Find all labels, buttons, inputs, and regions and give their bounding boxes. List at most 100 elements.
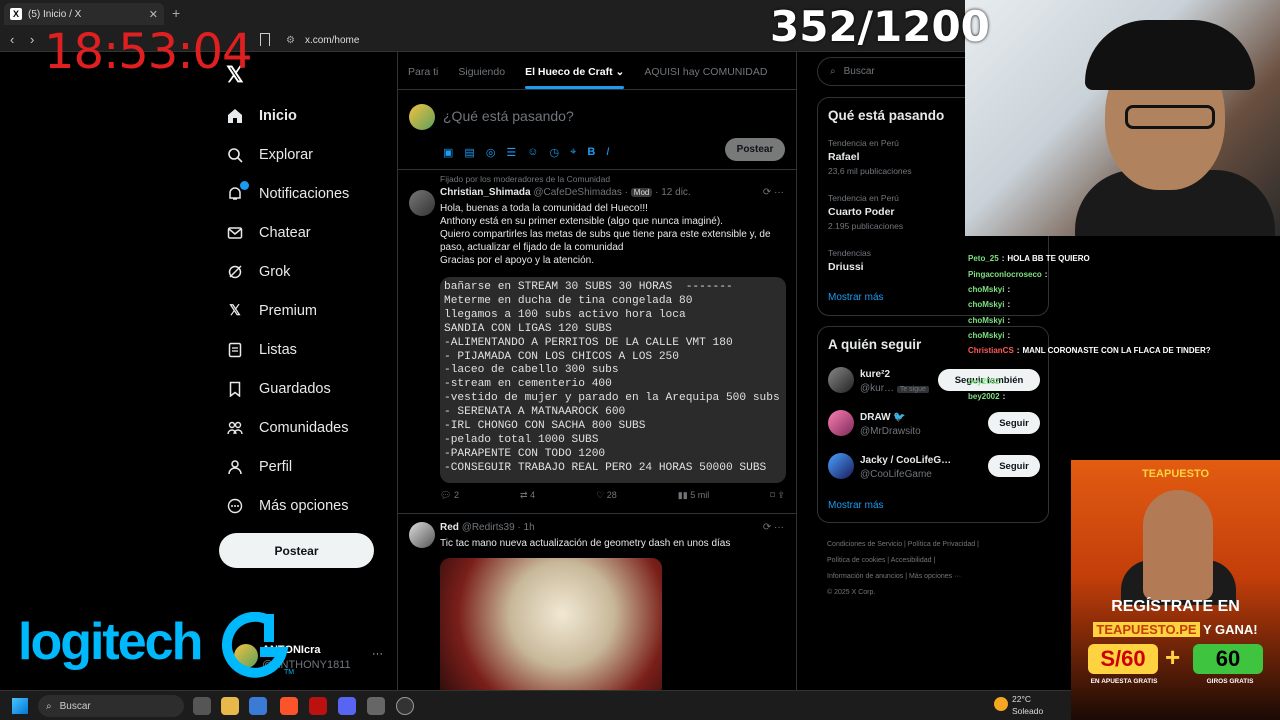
voicemod-icon[interactable]	[309, 697, 327, 715]
schedule-icon[interactable]: ◷	[550, 146, 560, 159]
taskbar-search[interactable]: ⌕ Buscar	[38, 695, 184, 717]
trend-context: Tendencia en Perú	[828, 193, 899, 203]
more-icon[interactable]: ···	[372, 648, 383, 660]
sidebar-item-mas-opciones[interactable]: Más opciones	[226, 486, 396, 525]
trend-item[interactable]: Tendencia en Perú Cuarto Poder 2.195 pub…	[828, 193, 903, 231]
site-info-icon[interactable]: ⚙	[286, 35, 295, 46]
location-icon[interactable]: ⌖	[570, 146, 576, 159]
ad-headline: REGÍSTRATE EN	[1111, 598, 1240, 615]
compose-post-button[interactable]: Postear	[725, 138, 785, 161]
sidebar-item-premium[interactable]: 𝕏 Premium	[226, 291, 396, 330]
tweet-author[interactable]: Christian_Shimada	[440, 187, 531, 198]
gif-icon[interactable]: ▤	[464, 146, 474, 159]
sidebar-item-guardados[interactable]: Guardados	[226, 369, 396, 408]
composer-tools: ▣ ▤ ◎ ☰ ☺ ◷ ⌖ B I	[443, 146, 609, 159]
sidebar-item-explorar[interactable]: Explorar	[226, 135, 396, 174]
sidebar-item-listas[interactable]: Listas	[226, 330, 396, 369]
browser-tab[interactable]: X (5) Inicio / X ✕	[4, 3, 164, 25]
like-button[interactable]: ♡ 28	[596, 490, 617, 501]
trend-name: Driussi	[828, 261, 864, 273]
sidebar-item-grok[interactable]: Grok	[226, 252, 396, 291]
bold-icon[interactable]: B	[587, 146, 595, 159]
webcam-glasses	[1125, 105, 1215, 129]
footer-links: Condiciones de Servicio | Política de Pr…	[827, 537, 1027, 601]
tweet-header: Christian_Shimada @CafeDeShimadas · Mod …	[440, 187, 691, 198]
avatar[interactable]	[409, 190, 435, 216]
trend-count: 23,6 mil publicaciones	[828, 166, 912, 176]
show-more-link[interactable]: Mostrar más	[828, 292, 884, 303]
store-icon[interactable]	[249, 697, 267, 715]
follow-handle: @MrDrawsito	[860, 426, 921, 437]
footer-line[interactable]: Información de anuncios | Más opciones ·…	[827, 569, 1027, 585]
reply-button[interactable]: 💬︎ 2	[440, 490, 459, 501]
list-icon	[226, 341, 244, 359]
sidebar-item-chatear[interactable]: Chatear	[226, 213, 396, 252]
taskbar: ⌕ Buscar 22°C Soleado	[0, 690, 1071, 720]
more-icon[interactable]: ⟳ ···	[763, 187, 784, 198]
brave-browser-icon[interactable]	[280, 697, 298, 715]
sidebar-item-perfil[interactable]: Perfil	[226, 447, 396, 486]
weather-widget[interactable]: 22°C Soleado	[1012, 693, 1043, 717]
obs-icon[interactable]	[396, 697, 414, 715]
chat-message: bey2002:	[968, 376, 1006, 386]
footer-line[interactable]: Condiciones de Servicio | Política de Pr…	[827, 537, 1027, 553]
tab-close-icon[interactable]: ✕	[149, 8, 158, 21]
search-icon: ⌕	[46, 700, 52, 712]
bookmark-page-icon[interactable]	[260, 33, 270, 46]
follow-name: Jacky / CooLifeG…	[860, 455, 952, 466]
follow-button[interactable]: Seguir	[988, 455, 1040, 477]
chat-message: Pingaconlocroseco:	[968, 269, 1048, 279]
avatar[interactable]	[409, 522, 435, 548]
sidebar-item-inicio[interactable]: Inicio	[226, 96, 396, 135]
settings-icon[interactable]	[367, 697, 385, 715]
follow-button[interactable]: Seguir	[988, 412, 1040, 434]
new-tab-button[interactable]: +	[172, 5, 180, 21]
taskbar-search-label: Buscar	[59, 700, 91, 712]
follow-item[interactable]: DRAW 🐦 @MrDrawsito Seguir	[828, 410, 1040, 440]
follow-item[interactable]: Jacky / CooLifeG… @CooLifeGame Seguir	[828, 453, 1040, 483]
show-more-link[interactable]: Mostrar más	[828, 500, 884, 511]
image-icon[interactable]: ▣	[443, 146, 453, 159]
ad-plus: +	[1165, 642, 1181, 672]
sidebar-item-comunidades[interactable]: Comunidades	[226, 408, 396, 447]
chat-message: choMskyi:	[968, 315, 1011, 325]
tweet[interactable]: Red @Redirts39 · 1h ⟳ ··· Tic tac mano n…	[398, 514, 796, 692]
home-icon	[226, 107, 244, 125]
forward-icon[interactable]: ›	[30, 32, 34, 47]
footer-line[interactable]: Política de cookies | Accesibilidad |	[827, 553, 1027, 569]
back-icon[interactable]: ‹	[10, 32, 14, 47]
grok-icon[interactable]: ◎	[486, 146, 496, 159]
webcam-feed	[965, 0, 1280, 236]
ad-caption: GIROS GRATIS	[1206, 678, 1254, 685]
views-button[interactable]: ▮▮ 5 mil	[678, 490, 709, 501]
sidebar-item-label: Inicio	[259, 107, 297, 124]
windows-start-icon[interactable]	[12, 698, 28, 714]
tab-siguiendo[interactable]: Siguiendo	[448, 52, 515, 89]
trend-item[interactable]: Tendencias Driussi	[828, 248, 871, 276]
sidebar-item-notificaciones[interactable]: Notificaciones	[226, 174, 396, 213]
tweet[interactable]: Fijado por los moderadores de la Comunid…	[398, 170, 796, 514]
post-button[interactable]: Postear	[219, 533, 374, 568]
bookmark-icon[interactable]: ⌑ ⇪	[770, 490, 785, 501]
file-explorer-icon[interactable]	[221, 697, 239, 715]
italic-icon[interactable]: I	[606, 146, 609, 159]
tweet-image[interactable]	[440, 558, 662, 692]
chat-user: Pingaconlocroseco	[968, 269, 1042, 279]
chat-message	[968, 358, 1280, 373]
poll-icon[interactable]: ☰	[506, 146, 516, 159]
tab-el-hueco-de-craft[interactable]: El Hueco de Craft ⌄	[515, 52, 634, 89]
repost-button[interactable]: ⇄ 4	[520, 490, 535, 501]
task-view-icon[interactable]	[193, 697, 211, 715]
trend-item[interactable]: Tendencia en Perú Rafael 23,6 mil public…	[828, 138, 912, 176]
compose-input[interactable]: ¿Qué está pasando?	[443, 108, 574, 124]
x-icon: 𝕏	[229, 302, 241, 319]
tab-aquisi-hay-comunidad[interactable]: AQUISI hay COMUNIDAD	[634, 52, 777, 89]
tab-para-ti[interactable]: Para ti	[398, 52, 448, 89]
tweet-author[interactable]: Red	[440, 522, 459, 533]
discord-icon[interactable]	[338, 697, 356, 715]
more-icon[interactable]: ⟳ ···	[763, 522, 784, 533]
tweet-handle: @Redirts39	[461, 522, 515, 533]
pinned-label: Fijado por los moderadores de la Comunid…	[440, 174, 611, 184]
emoji-icon[interactable]: ☺	[527, 146, 538, 159]
tweet-text: Hola, buenas a toda la comunidad del Hue…	[440, 203, 771, 266]
